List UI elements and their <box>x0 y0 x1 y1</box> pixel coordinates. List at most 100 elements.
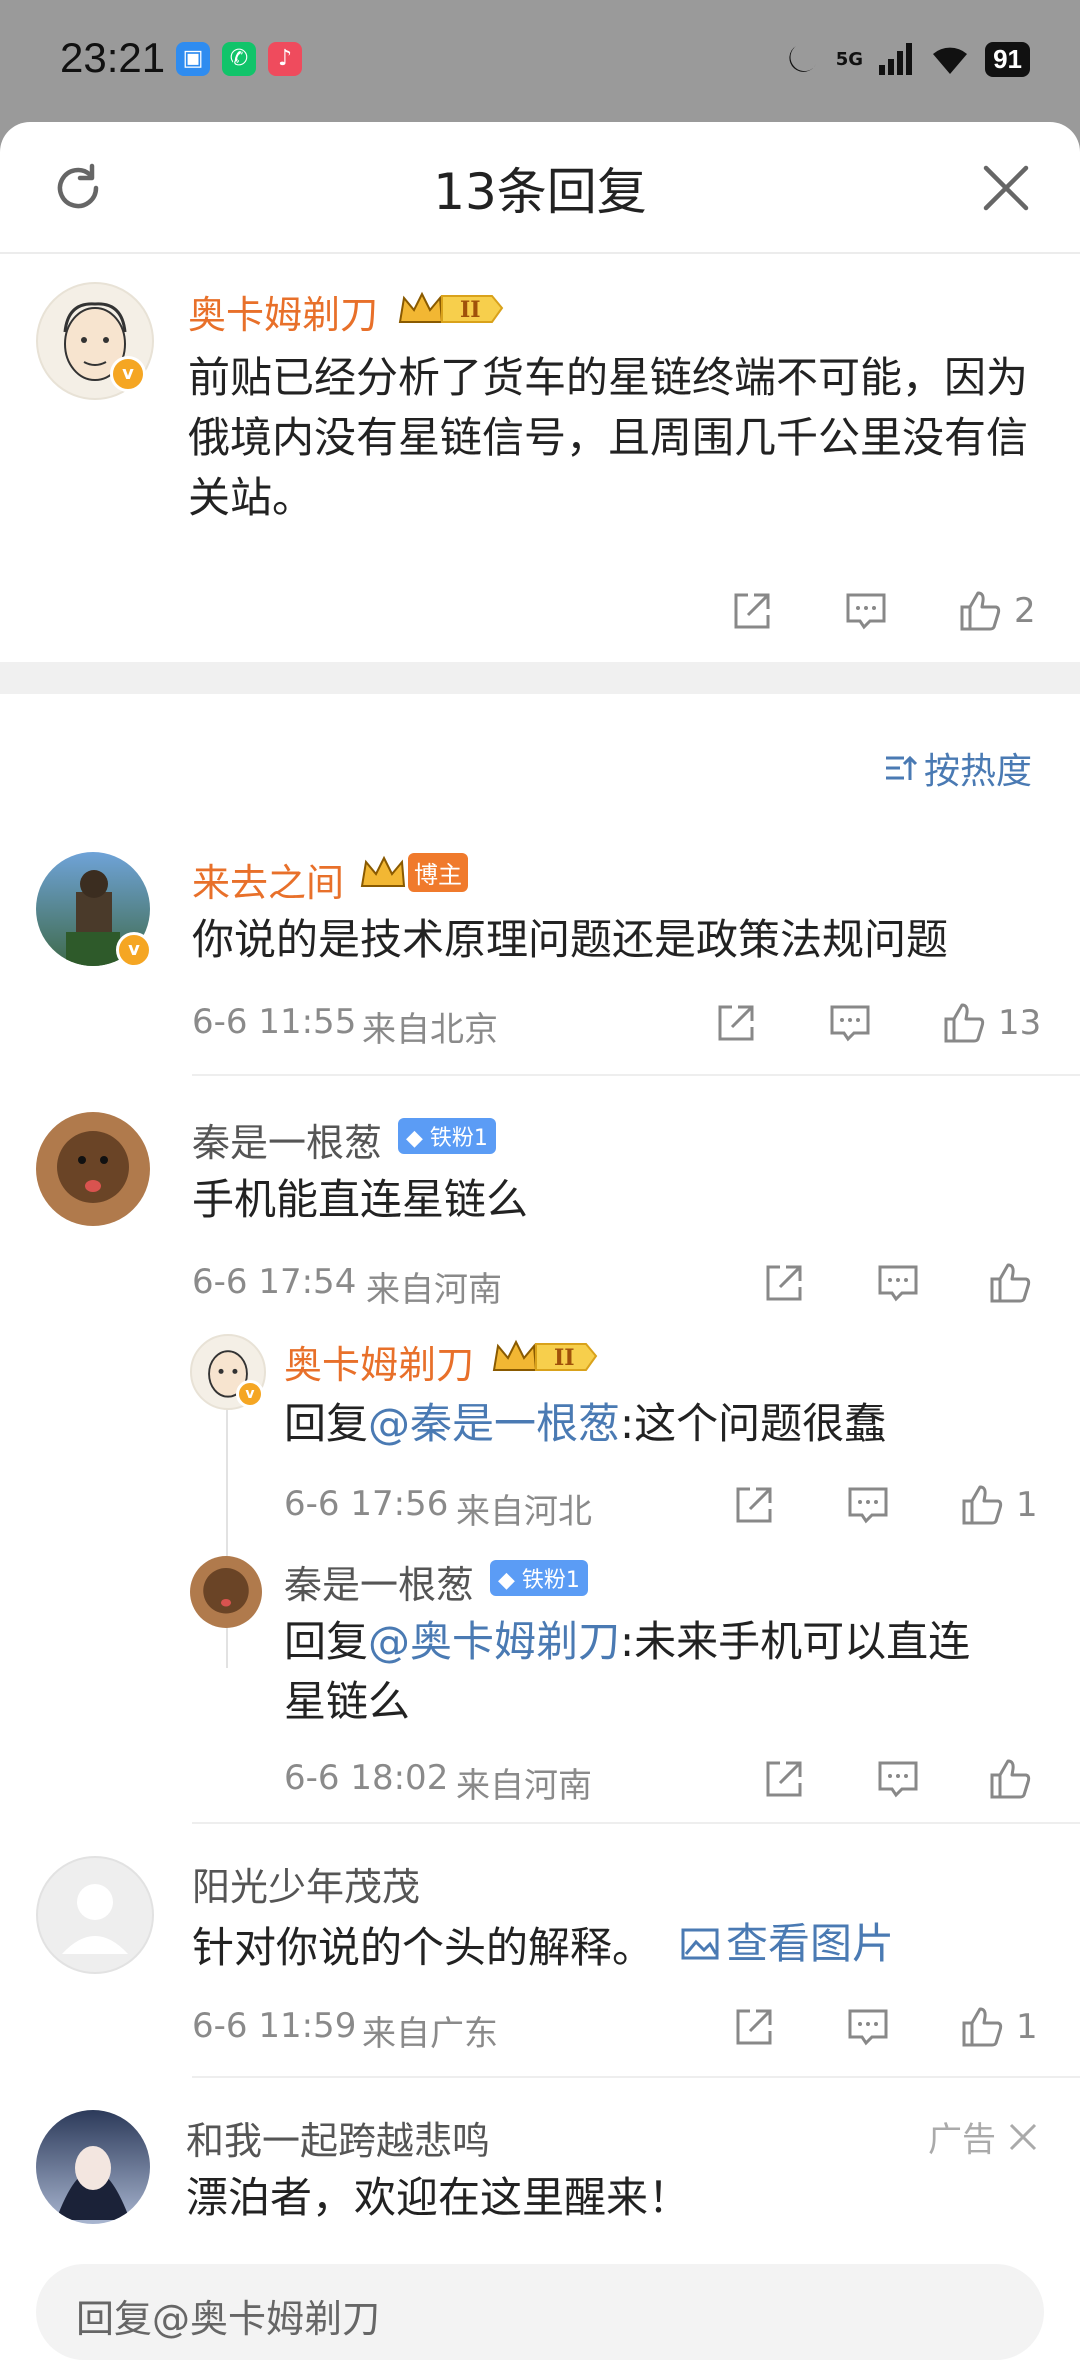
comment-button[interactable] <box>826 996 874 1050</box>
share-icon <box>734 593 770 629</box>
share-icon <box>766 1265 802 1301</box>
comment-location: 来自北京 <box>362 1010 498 1050</box>
reply-comment-text: 回复@奥卡姆剃刀:未来手机可以直连 星链么 <box>284 1612 1044 1732</box>
thumbs-up-icon <box>990 1759 1031 1799</box>
comment-location: 来自河北 <box>456 1492 592 1532</box>
signal-icon <box>879 43 913 75</box>
share-button[interactable] <box>728 584 776 638</box>
comment-text: 你说的是技术原理问题还是政策法规问题 <box>192 915 949 964</box>
like-count: 2 <box>1014 591 1036 631</box>
image-icon <box>681 1928 719 1960</box>
comment-icon <box>830 1005 870 1042</box>
close-icon[interactable] <box>980 162 1032 214</box>
ad-tag: 广告 <box>928 2112 1040 2161</box>
app-notification-icon: ▣ <box>176 42 210 76</box>
view-image-link[interactable]: 查看图片 <box>680 1914 894 1974</box>
share-icon <box>736 1487 772 1523</box>
thumbs-up-icon <box>962 1485 1003 1525</box>
share-button[interactable] <box>760 1256 808 1310</box>
fan-tag: ◆ 铁粉1 <box>398 1118 496 1154</box>
reply-sheet: 13条回复 v 奥卡姆剃刀 II 前贴已经分析了货车的星链终端不可能，因为俄境内… <box>0 122 1080 2376</box>
comment-time: 6-6 11:55 <box>192 1002 357 1042</box>
thumbs-up-icon <box>944 1003 985 1043</box>
comment-icon <box>878 1265 918 1302</box>
share-icon <box>718 1005 754 1041</box>
share-button[interactable] <box>712 996 760 1050</box>
comment-time: 6-6 11:59 <box>192 2006 357 2046</box>
thumbs-up-icon <box>990 1263 1031 1303</box>
comment-location: 来自广东 <box>362 2014 498 2054</box>
comment-body: 针对你说的个头的解释。 <box>192 1923 655 1972</box>
reply-body: :未来手机可以直连 <box>620 1617 971 1666</box>
like-button[interactable] <box>986 1256 1034 1310</box>
reply-prefix: 回复 <box>284 1617 369 1666</box>
default-user-icon <box>62 1884 128 1954</box>
music-notification-icon: ♪ <box>268 42 302 76</box>
comment-button[interactable] <box>844 1478 892 1532</box>
comment-time: 6-6 17:56 <box>284 1484 449 1524</box>
like-count: 1 <box>1016 1485 1038 1525</box>
reply-placeholder: 回复@奥卡姆剃刀 <box>76 2297 381 2341</box>
moon-icon <box>789 46 816 72</box>
reply-body-continued: 星链么 <box>284 1677 411 1726</box>
username[interactable]: 秦是一根葱 <box>192 1112 382 1167</box>
username[interactable]: 奥卡姆剃刀 <box>284 1334 474 1389</box>
battery-level: 91 <box>985 41 1030 77</box>
avatar[interactable] <box>36 1856 154 1974</box>
sort-toggle[interactable]: 按热度 <box>882 742 1032 794</box>
like-button[interactable] <box>986 1752 1034 1806</box>
comment-icon <box>878 1761 918 1798</box>
dismiss-ad-icon[interactable] <box>1006 2120 1040 2154</box>
avatar[interactable] <box>36 1112 150 1226</box>
crown-level-label: II <box>554 1345 575 1371</box>
like-button[interactable]: 13 <box>940 996 1041 1050</box>
blogger-tag: 博主 <box>408 852 468 892</box>
verified-badge-icon: v <box>110 356 146 392</box>
reply-input[interactable]: 回复@奥卡姆剃刀 <box>36 2264 1044 2360</box>
comment-button[interactable] <box>874 1256 922 1310</box>
comment-button[interactable] <box>842 584 890 638</box>
share-icon <box>766 1761 802 1797</box>
dog-avatar-image <box>57 1131 129 1203</box>
comment-text: 手机能直连星链么 <box>192 1175 529 1224</box>
avatar[interactable] <box>190 1556 262 1628</box>
sort-label: 按热度 <box>923 751 1032 792</box>
fan-tag: ◆ 铁粉1 <box>490 1560 588 1596</box>
comment-time: 6-6 17:54 <box>192 1262 357 1302</box>
crown-icon: II <box>492 1339 598 1371</box>
section-divider <box>0 662 1080 694</box>
sort-icon <box>885 755 918 780</box>
username[interactable]: 来去之间 <box>192 852 344 907</box>
username[interactable]: 和我一起跨越悲鸣 <box>186 2110 490 2165</box>
comment-icon <box>846 593 886 630</box>
like-button[interactable]: 2 <box>956 584 1036 638</box>
reply-prefix: 回复 <box>284 1399 369 1448</box>
sheet-header: 13条回复 <box>0 122 1080 254</box>
fan-badge: ◆ 铁粉1 <box>398 1116 496 1156</box>
comment-icon <box>848 2009 888 2046</box>
reply-body: :这个问题很蠢 <box>620 1399 887 1448</box>
comment-button[interactable] <box>844 2000 892 2054</box>
comment-button[interactable] <box>874 1752 922 1806</box>
phone-notification-icon: ✆ <box>222 42 256 76</box>
comment-separator <box>192 1074 1080 1076</box>
fan-tag-label: 铁粉1 <box>521 1568 580 1593</box>
comment-separator <box>192 2076 1080 2078</box>
comment-text: 漂泊者，欢迎在这里醒来！ <box>186 2173 691 2222</box>
like-button[interactable]: 1 <box>958 1478 1038 1532</box>
like-count: 13 <box>998 1003 1042 1043</box>
verified-badge-icon: v <box>116 932 152 968</box>
username[interactable]: 阳光少年茂茂 <box>192 1856 420 1911</box>
like-button[interactable]: 1 <box>958 2000 1038 2054</box>
comment-time: 6-6 18:02 <box>284 1758 449 1798</box>
share-button[interactable] <box>730 1478 778 1532</box>
comment-text: 前贴已经分析了货车的星链终端不可能，因为俄境内没有星链信号，且周围几千公里没有信… <box>188 353 1029 522</box>
comment-icon <box>848 1487 888 1524</box>
avatar[interactable] <box>36 2110 150 2224</box>
share-button[interactable] <box>730 2000 778 2054</box>
username[interactable]: 奥卡姆剃刀 <box>188 284 378 339</box>
mention-link[interactable]: @秦是一根葱 <box>368 1399 620 1448</box>
mention-link[interactable]: @奥卡姆剃刀 <box>368 1617 620 1666</box>
share-button[interactable] <box>760 1752 808 1806</box>
username[interactable]: 秦是一根葱 <box>284 1554 474 1609</box>
